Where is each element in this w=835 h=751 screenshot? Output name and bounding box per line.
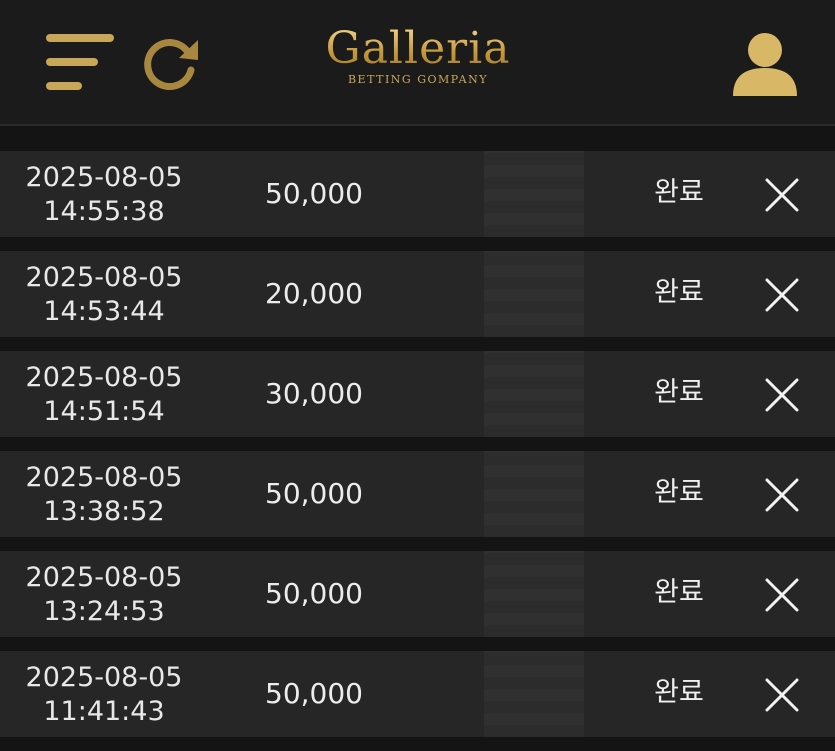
time-text: 14:51:54 [43,396,165,427]
time-text: 14:55:38 [43,196,165,227]
time-text: 13:24:53 [43,596,165,627]
brand-logo[interactable]: Galleria BETTING GOMPANY [318,26,518,96]
date-cell: 2025-08-05 14:53:44 [0,261,208,329]
transaction-row: 2025-08-05 11:41:43 50,000 완료 [0,651,835,737]
close-icon[interactable] [764,477,800,513]
app-header: Galleria BETTING GOMPANY [0,0,835,126]
amount-cell: 50,000 [265,177,363,210]
amount-cell: 20,000 [265,277,363,310]
close-icon[interactable] [764,177,800,213]
date-cell: 2025-08-05 13:24:53 [0,561,208,629]
transaction-row: 2025-08-05 14:51:54 30,000 완료 [0,351,835,437]
amount-cell: 30,000 [265,377,363,410]
date-text: 2025-08-05 [25,362,183,393]
redacted-cell [484,651,584,737]
close-icon[interactable] [764,377,800,413]
date-text: 2025-08-05 [25,662,183,693]
redacted-cell [484,351,584,437]
close-icon[interactable] [764,577,800,613]
redacted-cell [484,451,584,537]
user-icon[interactable] [730,30,800,98]
status-cell: 완료 [654,677,704,708]
refresh-icon[interactable] [142,34,202,92]
status-cell: 완료 [654,577,704,608]
status-cell: 완료 [654,277,704,308]
date-cell: 2025-08-05 14:55:38 [0,161,208,229]
time-text: 11:41:43 [43,696,165,727]
transaction-row: 2025-08-05 13:38:52 50,000 완료 [0,451,835,537]
amount-cell: 50,000 [265,577,363,610]
date-cell: 2025-08-05 11:41:43 [0,661,208,729]
menu-bar [46,82,82,90]
redacted-cell [484,151,584,237]
date-cell: 2025-08-05 14:51:54 [0,361,208,429]
time-text: 13:38:52 [43,496,165,527]
transaction-row: 2025-08-05 14:55:38 50,000 완료 [0,151,835,237]
transaction-list: 2025-08-05 14:55:38 50,000 완료 2025-08-05… [0,138,835,751]
status-cell: 완료 [654,177,704,208]
transaction-row: 2025-08-05 13:24:53 50,000 완료 [0,551,835,637]
date-text: 2025-08-05 [25,462,183,493]
logo-subtitle: BETTING GOMPANY [347,73,489,86]
date-text: 2025-08-05 [25,262,183,293]
status-cell: 완료 [654,377,704,408]
date-cell: 2025-08-05 13:38:52 [0,461,208,529]
date-text: 2025-08-05 [25,162,183,193]
redacted-cell [484,251,584,337]
close-icon[interactable] [764,277,800,313]
close-icon[interactable] [764,677,800,713]
transaction-row: 2025-08-05 14:53:44 20,000 완료 [0,251,835,337]
amount-cell: 50,000 [265,477,363,510]
hamburger-menu-icon[interactable] [46,34,114,92]
redacted-cell [484,551,584,637]
amount-cell: 50,000 [265,677,363,710]
time-text: 14:53:44 [43,296,165,327]
status-cell: 완료 [654,477,704,508]
menu-bar [46,58,98,66]
logo-title: Galleria [318,26,518,72]
menu-bar [46,34,114,42]
date-text: 2025-08-05 [25,562,183,593]
